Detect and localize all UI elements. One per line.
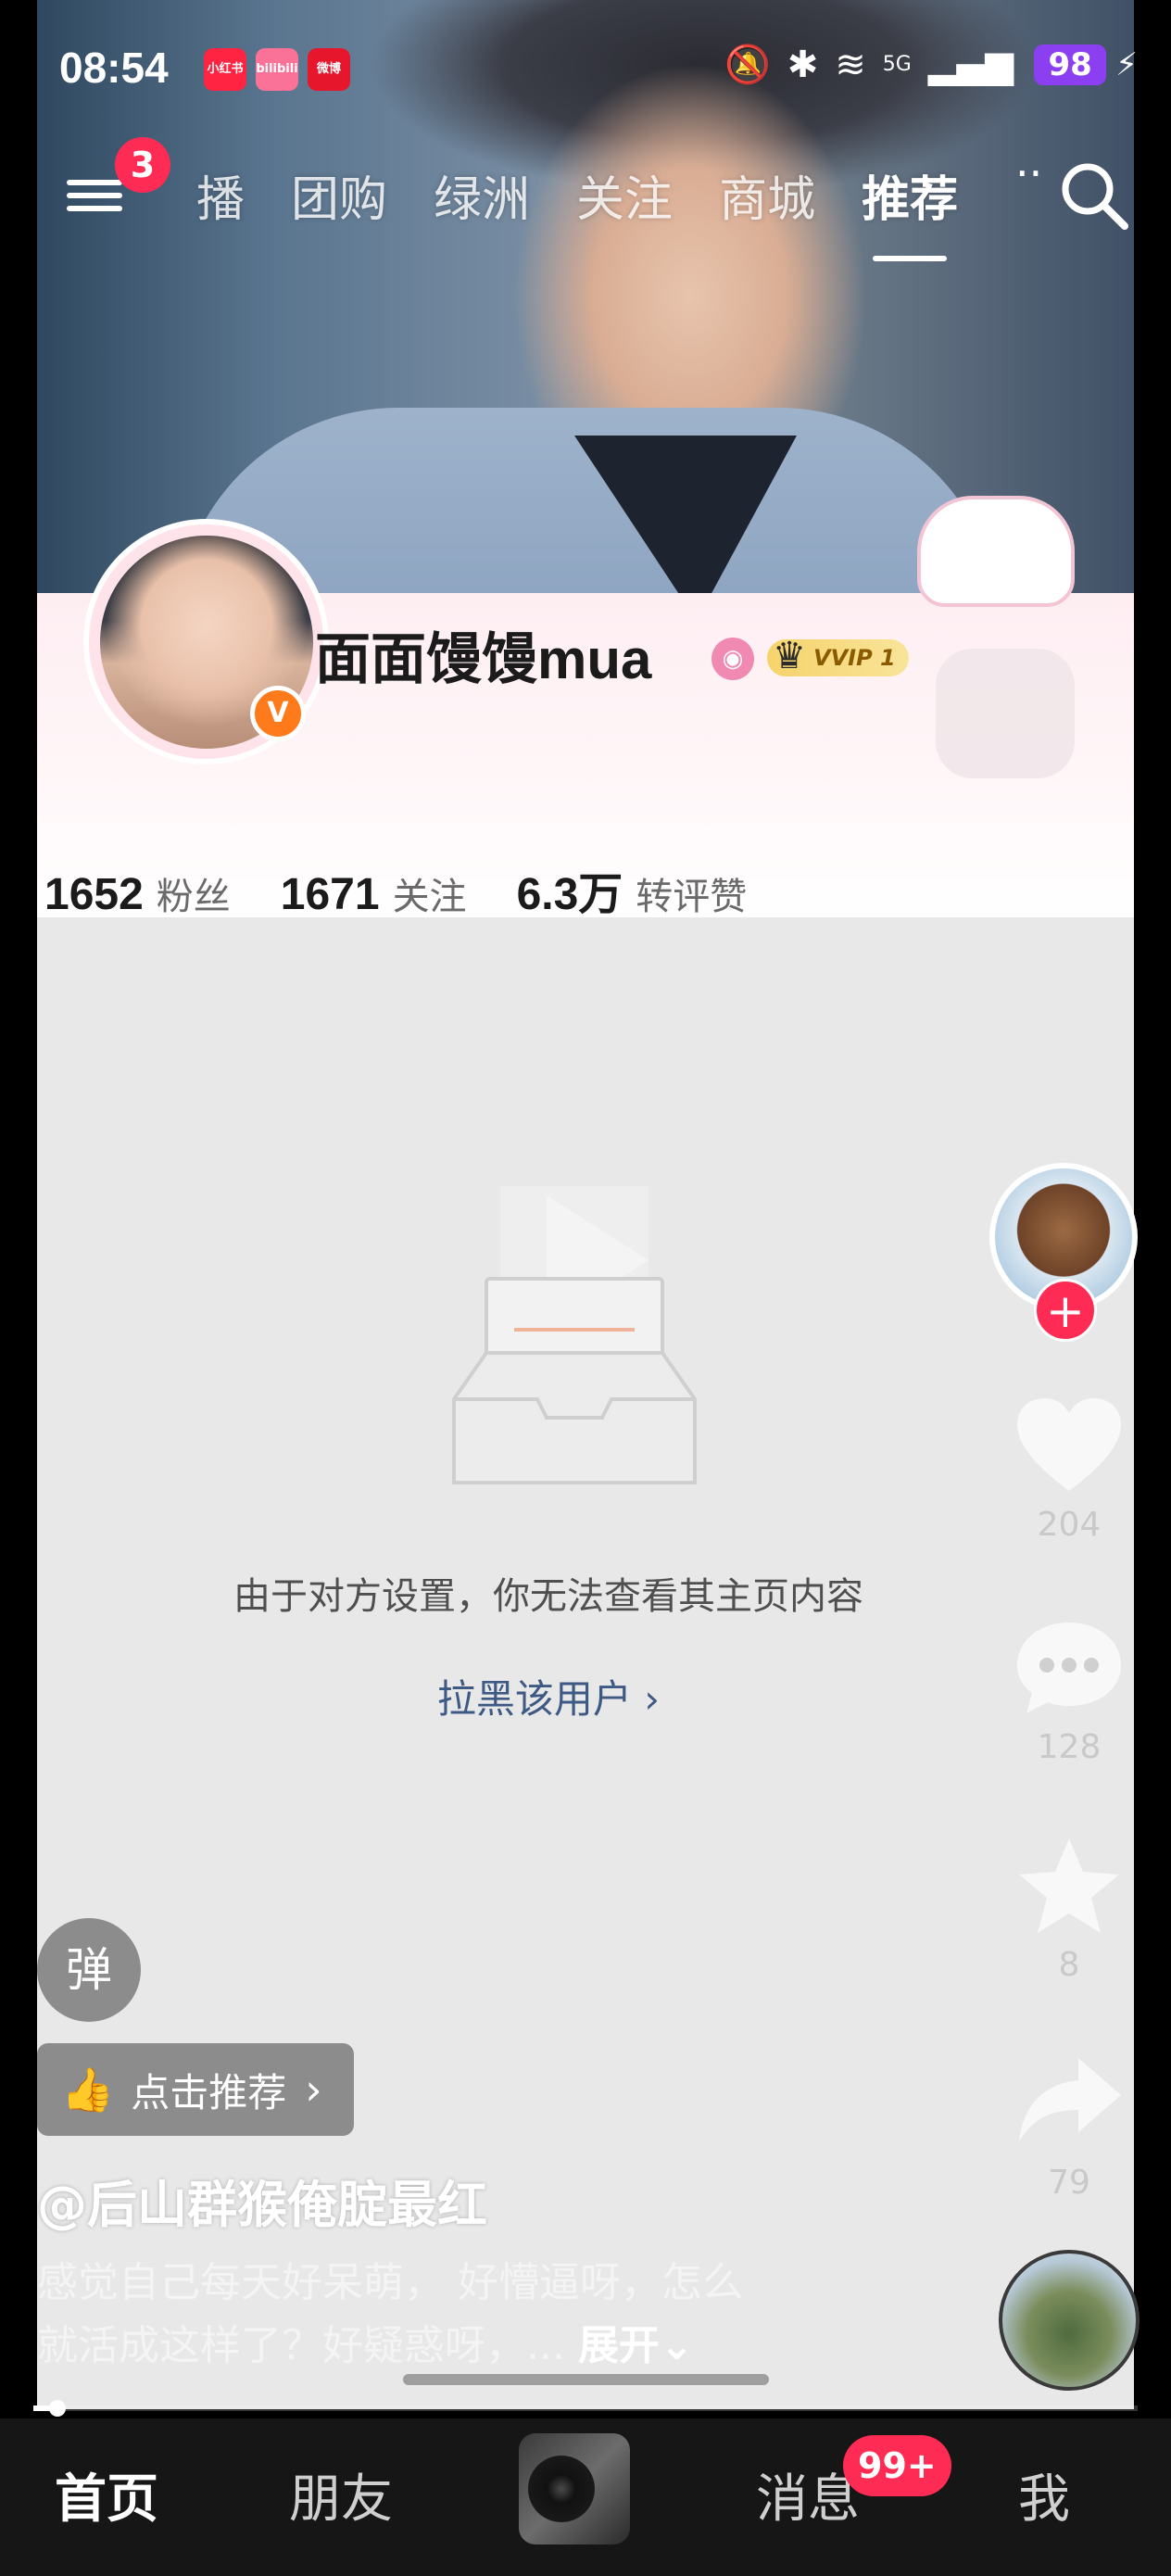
battery-indicator: 98 [1034,44,1107,85]
stat-fans[interactable]: 1652 粉丝 [44,866,231,920]
menu-icon[interactable] [67,172,122,228]
record-disc-icon [528,2456,595,2522]
star-icon [1019,1838,1119,1933]
stat-label: 转评赞 [636,876,748,918]
block-user-link[interactable]: 拉黑该用户 › [0,1668,1097,1724]
empty-inbox-icon [452,1186,697,1484]
caption-line: 就活成这样了？好疑惑呀，... [37,2322,565,2369]
mute-bell-icon: 🔕 [724,44,771,86]
thumbs-up-icon: 👍 [61,2064,115,2115]
verified-badge-icon: V [250,686,306,741]
tab-mall[interactable]: 商城 [719,160,815,230]
home-indicator [403,2374,769,2385]
nav-tabs: 播 团购 绿洲 关注 商城 推荐 [196,158,1004,261]
share-count: 79 [1048,2164,1090,2202]
pink-badge-icon: ◉ [711,638,754,680]
wifi-icon: ≋ [835,43,866,86]
chevron-right-icon: › [305,2065,322,2115]
stat-value: 6.3万 [516,870,623,919]
status-bar: 08:54 小红书 bilibili 微博 🔕 ✱ ≋ 5G ▂▄▆ 98 ⚡ [0,0,1171,139]
video-caption[interactable]: 感觉自己每天好呆萌， 好懵逼呀，怎么 就活成这样了？好疑惑呀，... 展开⌄ [37,2252,926,2378]
music-disc[interactable] [999,2250,1140,2391]
network-type: 5G [882,53,912,76]
tab-home[interactable]: 首页 [23,2457,190,2532]
cat-sticker-icon [917,496,1075,607]
more-dots-icon: ·· [1015,148,1043,198]
danmu-toggle-button[interactable]: 弹 [37,1918,141,2022]
status-icons: 🔕 ✱ ≋ 5G ▂▄▆ 98 ⚡ [708,43,1138,87]
like-count: 204 [1037,1506,1102,1544]
like-button[interactable]: 204 [1014,1395,1125,1544]
comment-count: 128 [1037,1728,1102,1766]
crown-icon: ♛ [773,635,806,677]
xiaohongshu-app-icon: 小红书 [204,48,246,91]
bluetooth-icon: ✱ [787,43,819,86]
tab-live[interactable]: 播 [196,160,245,230]
stat-label: 关注 [392,876,467,918]
stat-label: 粉丝 [156,876,231,918]
caption-line: 感觉自己每天好呆萌， 好懵逼呀，怎么 [37,2259,743,2306]
bottom-tab-bar: 首页 朋友 消息 我 [0,2418,1171,2576]
stat-engagement[interactable]: 6.3万 转评赞 [517,857,748,922]
recommend-label: 点击推荐 [131,2069,287,2115]
tab-oasis[interactable]: 绿洲 [434,160,530,230]
share-arrow-icon [1019,2058,1121,2141]
chevron-down-icon: ⌄ [659,2322,694,2369]
tab-group-buy[interactable]: 团购 [291,160,387,230]
tab-friends[interactable]: 朋友 [258,2457,424,2532]
profile-stats: 1652 粉丝 1671 关注 6.3万 转评赞 [44,857,797,922]
stat-following[interactable]: 1671 关注 [281,866,467,920]
bilibili-app-icon: bilibili [256,48,298,91]
search-icon[interactable] [1056,158,1130,232]
tab-following[interactable]: 关注 [576,160,673,230]
comment-icon [1017,1623,1121,1713]
video-progress-knob[interactable] [49,2400,67,2417]
stat-value: 1652 [44,870,144,919]
top-nav: 播 团购 绿洲 关注 商城 推荐 ·· [0,139,1171,261]
author-name[interactable]: @后山群猴俺腚最红 [37,2164,487,2237]
expand-label: 展开 [577,2322,660,2369]
tab-me[interactable]: 我 [961,2457,1127,2532]
tab-recommend[interactable]: 推荐 [862,160,958,261]
follow-button[interactable]: + [1034,1279,1097,1342]
favorite-button[interactable]: 8 [1014,1835,1125,1984]
empty-state-message: 由于对方设置，你无法查看其主页内容 [233,1575,863,1618]
decorative-sticker-icon [936,649,1075,778]
create-button[interactable] [519,2433,630,2544]
video-progress-bar[interactable] [33,2406,1138,2411]
recommend-button[interactable]: 👍 点击推荐 › [37,2043,354,2136]
heart-icon [1017,1398,1121,1491]
messages-badge: 99+ [843,2435,951,2496]
stat-value: 1671 [280,870,380,919]
profile-nickname: 面面馒馒mua [315,628,652,690]
menu-notification-badge: 3 [115,137,170,193]
favorite-count: 8 [1058,1946,1080,1984]
signal-icon: ▂▄▆ [927,43,1014,86]
comment-button[interactable]: 128 [1014,1617,1125,1766]
screen: V 面面馒馒mua ◉ VVIP 1 ♛ 1652 粉丝 1671 关注 6.3… [0,0,1171,2576]
expand-caption-button[interactable]: 展开⌄ [578,2322,694,2369]
status-time: 08:54 [59,44,169,92]
share-button[interactable]: 79 [1014,2052,1125,2202]
weibo-app-icon: 微博 [308,48,350,91]
charging-icon: ⚡ [1115,45,1138,83]
